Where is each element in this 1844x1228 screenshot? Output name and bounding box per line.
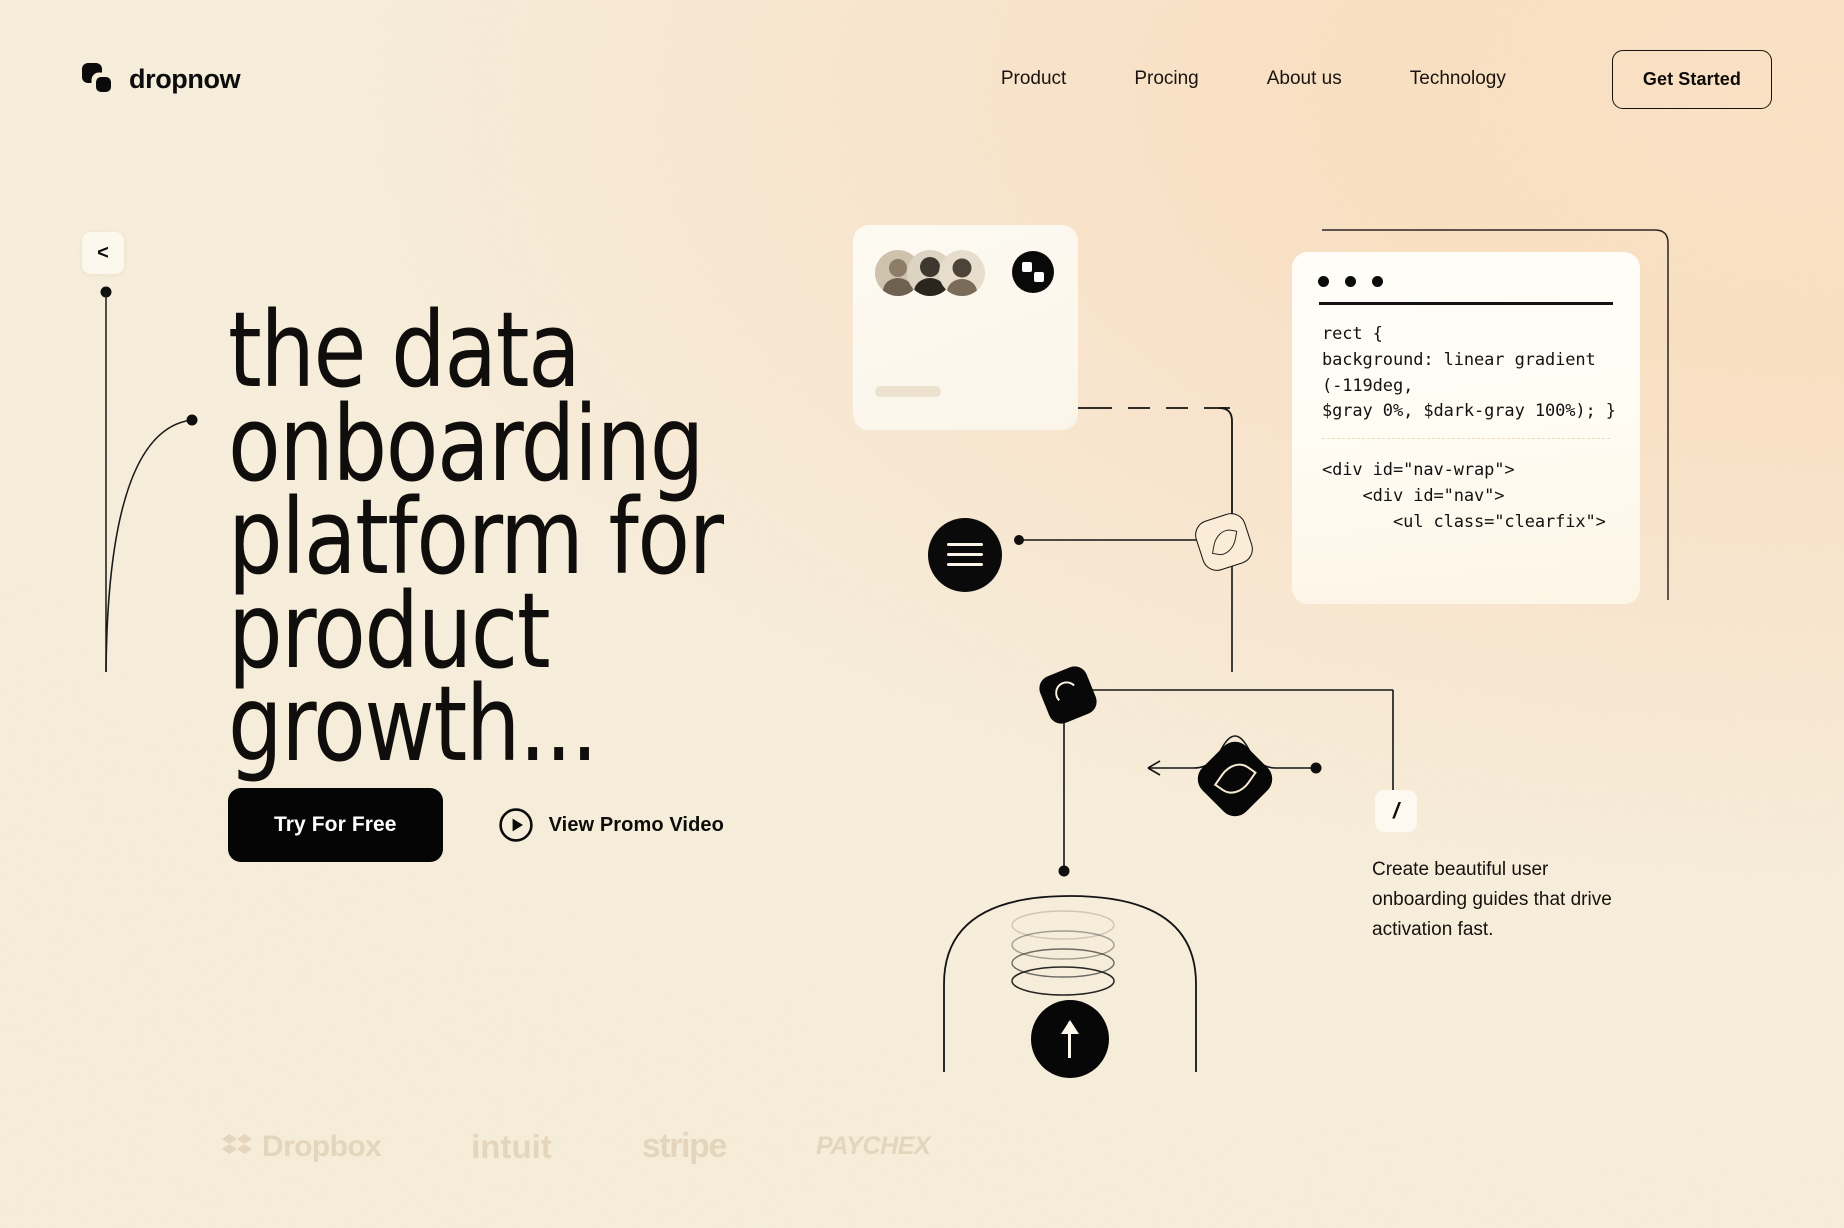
placeholder-pill (875, 386, 941, 397)
main-navigation: Product Procing About us Technology Get … (967, 49, 1772, 109)
code-window: rect { background: linear gradient (-119… (1292, 252, 1640, 604)
promo-link-label: View Promo Video (548, 813, 724, 836)
page-title: the data onboarding platform for product… (228, 289, 724, 786)
partner-name-intuit: intuit (471, 1127, 552, 1165)
window-traffic-lights (1318, 276, 1383, 287)
brand-name: dropnow (129, 63, 241, 94)
try-for-free-button[interactable]: Try For Free (228, 788, 443, 862)
partner-logo-stripe: stripe (641, 1127, 728, 1166)
dropnow-logo-icon (82, 63, 116, 95)
hamburger-circle-icon[interactable] (928, 518, 1002, 592)
up-arrow-circle-icon[interactable] (1031, 1000, 1109, 1078)
feature-caption: Create beautiful user onboarding guides … (1372, 859, 1612, 941)
code-dashed-separator (1322, 438, 1610, 439)
nav-item-about-us[interactable]: About us (1233, 58, 1376, 100)
avatar-group (875, 250, 985, 296)
site-header: dropnow Product Procing About us Technol… (0, 0, 1844, 158)
partner-logo-paychex: PAYCHEX (815, 1132, 931, 1161)
partner-name-paychex: PAYCHEX (815, 1132, 931, 1160)
code-snippet-html: <div id="nav-wrap"> <div id="nav"> <ul c… (1322, 460, 1606, 532)
partner-logo-dropbox: Dropbox (222, 1129, 382, 1164)
slash-badge: / (1375, 790, 1417, 832)
avatars-card (853, 225, 1078, 430)
nav-item-procing[interactable]: Procing (1100, 58, 1232, 100)
partner-name-dropbox: Dropbox (262, 1129, 382, 1163)
partner-logo-intuit: intuit (471, 1128, 552, 1166)
dropbox-diamond-icon (222, 1133, 252, 1154)
nav-item-product[interactable]: Product (967, 58, 1100, 100)
avatar (939, 250, 985, 296)
brand-logo[interactable]: dropnow (82, 63, 241, 95)
partner-name-stripe: stripe (641, 1127, 728, 1165)
get-started-button[interactable]: Get Started (1611, 49, 1772, 109)
window-divider (1319, 302, 1613, 305)
nav-item-technology[interactable]: Technology (1376, 58, 1540, 100)
view-promo-video-link[interactable]: View Promo Video (498, 808, 724, 842)
hero-cta-row: Try For Free View Promo Video (228, 788, 724, 862)
partner-logo-strip: Dropbox intuit stripe PAYCHEX (222, 1127, 931, 1166)
two-squares-circle-icon (1012, 251, 1054, 293)
back-chevron-badge[interactable]: < (82, 232, 124, 274)
play-circle-icon (498, 808, 533, 842)
code-snippet-css: rect { background: linear gradient (-119… (1322, 324, 1616, 422)
